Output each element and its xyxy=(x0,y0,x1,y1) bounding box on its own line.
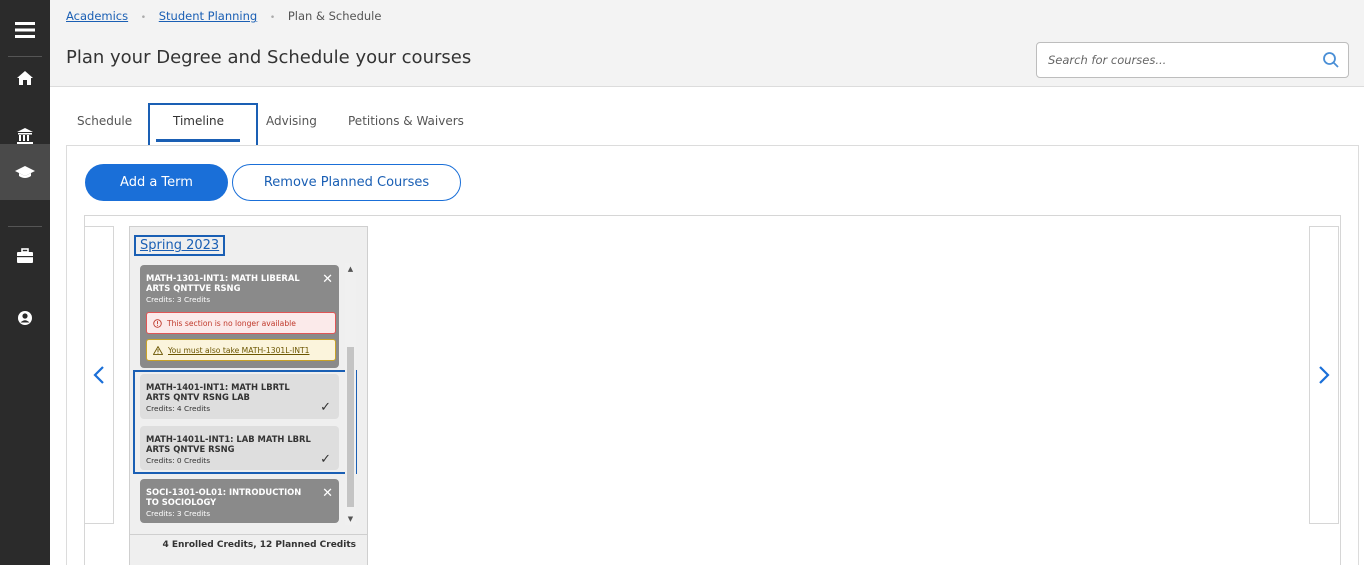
user-profile-button[interactable] xyxy=(0,290,50,346)
course-credits: Credits: 3 Credits xyxy=(146,509,211,518)
remove-planned-courses-button[interactable]: Remove Planned Courses xyxy=(232,164,461,201)
term-title[interactable]: Spring 2023 xyxy=(134,235,226,256)
error-alert-text: This section is no longer available xyxy=(167,318,296,328)
term-card: Spring 2023 MATH-1301-INT1: MATH LIBERAL… xyxy=(129,226,368,565)
timeline-content: Add a Term Remove Planned Courses Spring… xyxy=(66,145,1359,565)
briefcase-icon xyxy=(17,248,33,263)
left-navigation xyxy=(0,0,50,565)
error-icon xyxy=(153,318,162,328)
course-card: SOCI-1301-OL01: INTRODUCTION TO SOCIOLOG… xyxy=(140,479,339,523)
breadcrumb-current: Plan & Schedule xyxy=(287,9,382,23)
chevron-left-icon xyxy=(93,366,104,384)
user-circle-icon xyxy=(18,311,32,325)
header: Academics • Student Planning • Plan & Sc… xyxy=(50,0,1364,87)
home-icon xyxy=(17,71,33,85)
breadcrumb-separator: • xyxy=(140,13,147,23)
breadcrumb-student-planning[interactable]: Student Planning xyxy=(159,9,257,23)
search-input[interactable] xyxy=(1038,44,1308,76)
financial-button[interactable] xyxy=(0,228,50,284)
page: Academics • Student Planning • Plan & Sc… xyxy=(0,0,1364,565)
tab-petitions-waivers[interactable]: Petitions & Waivers xyxy=(348,114,464,128)
add-term-button[interactable]: Add a Term xyxy=(85,164,228,201)
term-credits-summary: 4 Enrolled Credits, 12 Planned Credits xyxy=(130,534,367,565)
warning-icon xyxy=(153,345,163,355)
breadcrumb-academics[interactable]: Academics xyxy=(66,9,128,23)
next-term-button[interactable] xyxy=(1309,226,1339,524)
plan-tabs: Schedule Timeline Advising Petitions & W… xyxy=(50,100,1364,154)
course-title[interactable]: MATH-1301-INT1: MATH LIBERAL ARTS QNTTVE… xyxy=(140,265,339,293)
remove-course-icon[interactable]: ✕ xyxy=(322,273,333,286)
page-title: Plan your Degree and Schedule your cours… xyxy=(66,47,472,68)
institution-icon xyxy=(17,128,33,144)
scroll-up-icon[interactable]: ▲ xyxy=(347,265,354,273)
remove-course-icon[interactable]: ✕ xyxy=(322,487,333,500)
menu-icon xyxy=(15,22,35,38)
nav-divider xyxy=(8,226,42,227)
timeline-panel: Spring 2023 MATH-1301-INT1: MATH LIBERAL… xyxy=(84,215,1341,565)
chevron-right-icon xyxy=(1319,366,1330,384)
breadcrumb-separator: • xyxy=(269,13,276,23)
course-title[interactable]: SOCI-1301-OL01: INTRODUCTION TO SOCIOLOG… xyxy=(140,479,339,507)
graduation-cap-icon xyxy=(15,166,35,178)
scroll-thumb[interactable] xyxy=(347,347,354,507)
previous-term-button[interactable] xyxy=(84,226,114,524)
breadcrumb: Academics • Student Planning • Plan & Sc… xyxy=(66,9,381,23)
enrolled-courses-highlight xyxy=(133,370,357,474)
error-alert: This section is no longer available xyxy=(146,312,336,334)
student-planning-button[interactable] xyxy=(0,144,50,200)
term-scrollbar[interactable]: ▲ ▼ xyxy=(345,263,356,525)
search-icon[interactable] xyxy=(1322,51,1340,69)
warning-alert: You must also take MATH-1301L-INT1 xyxy=(146,339,336,361)
course-credits: Credits: 3 Credits xyxy=(146,295,211,304)
course-card: MATH-1301-INT1: MATH LIBERAL ARTS QNTTVE… xyxy=(140,265,339,368)
tab-schedule[interactable]: Schedule xyxy=(77,114,132,128)
tab-advising[interactable]: Advising xyxy=(266,114,317,128)
corequisite-link[interactable]: You must also take MATH-1301L-INT1 xyxy=(168,346,309,355)
scroll-down-icon[interactable]: ▼ xyxy=(347,515,354,523)
home-button[interactable] xyxy=(0,50,50,106)
course-search xyxy=(1036,42,1349,78)
